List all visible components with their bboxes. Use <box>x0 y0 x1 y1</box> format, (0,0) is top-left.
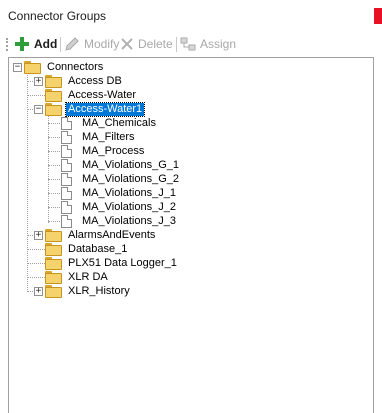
tree-node-label: PLX51 Data Logger_1 <box>68 256 177 269</box>
toolbar-separator <box>176 37 177 52</box>
tree-item-ma-violations-j-1[interactable]: MA_Violations_J_1 <box>59 186 178 200</box>
minus-expander-icon[interactable]: − <box>34 104 43 114</box>
folder-icon <box>45 88 62 102</box>
tree-node-label: MA_Chemicals <box>82 116 156 129</box>
tree-node-label: MA_Filters <box>82 130 135 143</box>
plus-expander-icon[interactable]: + <box>34 76 43 86</box>
tree-node-label: MA_Violations_J_2 <box>82 200 176 213</box>
panel-header: Connector Groups <box>0 0 382 30</box>
tree-node-label: MA_Violations_G_1 <box>82 158 180 171</box>
tree-node-label: Access-Water1 <box>64 101 146 117</box>
tree-line <box>27 277 47 278</box>
toolbar: Add Modify Delete Assign <box>0 32 382 56</box>
minus-expander-icon[interactable]: − <box>13 62 22 72</box>
modify-button[interactable]: Modify <box>64 35 119 53</box>
tree-item-plx51-data-logger-1[interactable]: PLX51 Data Logger_1 <box>45 256 179 270</box>
folder-icon <box>45 102 62 116</box>
toolbar-grip[interactable] <box>6 38 8 51</box>
pencil-icon <box>65 37 79 51</box>
tree-item-access-water[interactable]: Access-Water <box>45 88 138 102</box>
folder-icon <box>45 74 62 88</box>
document-icon <box>61 144 72 158</box>
tree-node-label: AlarmsAndEvents <box>68 228 156 241</box>
add-button-label: Add <box>34 37 58 51</box>
tree-item-access-water1[interactable]: − Access-Water1 <box>34 101 146 117</box>
tree-item-xlr-history[interactable]: + XLR_History <box>34 284 132 298</box>
assign-button-label: Assign <box>200 37 237 51</box>
document-icon <box>61 186 72 200</box>
folder-icon <box>45 256 62 270</box>
delete-button[interactable]: Delete <box>120 35 173 53</box>
folder-icon <box>24 60 41 74</box>
document-icon <box>61 214 72 228</box>
tree-item-database-1[interactable]: Database_1 <box>45 242 129 256</box>
tree-item-ma-violations-g-1[interactable]: MA_Violations_G_1 <box>59 158 181 172</box>
tree-item-ma-violations-g-2[interactable]: MA_Violations_G_2 <box>59 172 181 186</box>
tree-item-ma-violations-j-2[interactable]: MA_Violations_J_2 <box>59 200 178 214</box>
tree-node-label: MA_Violations_J_3 <box>82 214 176 227</box>
tree-item-xlr-da[interactable]: XLR DA <box>45 270 110 284</box>
document-icon <box>61 116 72 130</box>
tree-node-label: MA_Violations_J_1 <box>82 186 176 199</box>
modify-button-label: Modify <box>84 37 120 51</box>
tree-line <box>27 95 47 96</box>
document-icon <box>61 158 72 172</box>
tree-node-label: MA_Violations_G_2 <box>82 172 180 185</box>
tree-node-label: Access-Water <box>68 88 137 101</box>
tree-item-access-db[interactable]: + Access DB <box>34 74 124 88</box>
panel-title: Connector Groups <box>8 9 107 23</box>
plus-icon <box>15 37 29 51</box>
connector-tree[interactable]: − Connectors + Access DB Access-Water − … <box>8 57 374 413</box>
delete-button-label: Delete <box>138 37 173 51</box>
tree-line <box>27 263 47 264</box>
tree-node-label: Connectors <box>47 60 104 73</box>
tree-node-label: XLR_History <box>68 284 130 297</box>
assign-icon <box>180 37 196 51</box>
tree-root-connectors[interactable]: − Connectors <box>13 60 105 74</box>
folder-icon <box>45 270 62 284</box>
tree-item-ma-filters[interactable]: MA_Filters <box>59 130 137 144</box>
document-icon <box>61 172 72 186</box>
x-icon <box>121 38 133 50</box>
folder-icon <box>45 242 62 256</box>
assign-button[interactable]: Assign <box>180 35 236 53</box>
tree-item-ma-chemicals[interactable]: MA_Chemicals <box>59 116 158 130</box>
folder-icon <box>45 284 62 298</box>
plus-expander-icon[interactable]: + <box>34 230 43 240</box>
tree-item-alarms-and-events[interactable]: + AlarmsAndEvents <box>34 228 157 242</box>
tree-node-label: Access DB <box>68 74 122 87</box>
add-button[interactable]: Add <box>14 35 57 53</box>
tree-line <box>27 72 28 290</box>
tree-node-label: MA_Process <box>82 144 145 157</box>
tree-line <box>27 249 47 250</box>
tree-item-ma-process[interactable]: MA_Process <box>59 144 146 158</box>
plus-expander-icon[interactable]: + <box>34 286 43 296</box>
tree-node-label: XLR DA <box>68 270 108 283</box>
toolbar-separator <box>60 37 61 52</box>
document-icon <box>61 130 72 144</box>
tree-item-ma-violations-j-3[interactable]: MA_Violations_J_3 <box>59 214 178 228</box>
folder-icon <box>45 228 62 242</box>
tree-node-label: Database_1 <box>68 242 128 255</box>
document-icon <box>61 200 72 214</box>
close-button[interactable] <box>374 8 382 24</box>
